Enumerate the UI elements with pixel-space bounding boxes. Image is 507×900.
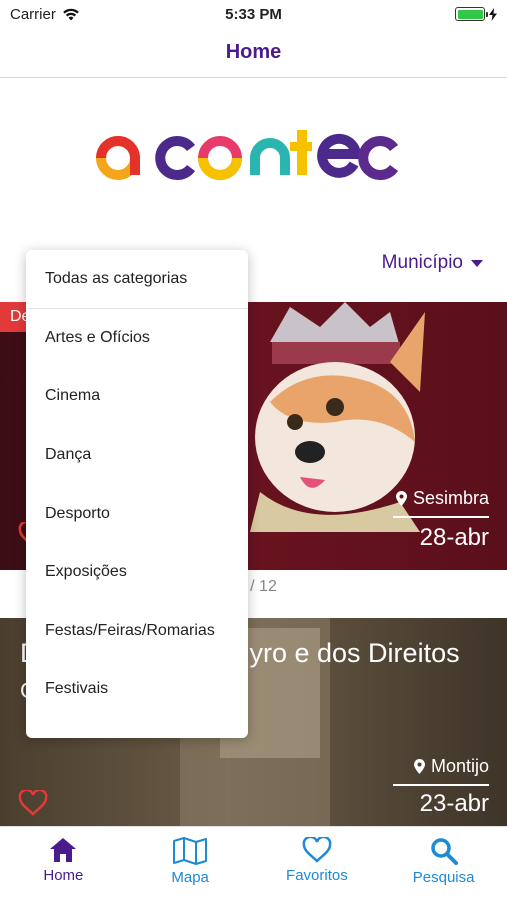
dropdown-item-festivais[interactable]: Festivais	[26, 660, 248, 719]
tab-mapa[interactable]: Mapa	[127, 827, 254, 900]
location-text: Sesimbra	[412, 488, 489, 508]
event-title-tail: yro e dos Direitos	[249, 638, 460, 668]
tab-pesquisa[interactable]: Pesquisa	[380, 827, 507, 900]
tab-bar: Home Mapa Favoritos Pesquisa	[0, 826, 507, 900]
municipio-dropdown[interactable]: Município	[382, 252, 483, 274]
battery-icon	[455, 7, 488, 21]
map-pin-icon	[413, 759, 425, 774]
heart-icon	[302, 837, 332, 863]
location-label: Sesimbra	[395, 488, 489, 509]
dropdown-item-exposicoes[interactable]: Exposições	[26, 543, 248, 602]
date-divider	[393, 784, 489, 786]
page-title: Home	[225, 41, 282, 63]
map-icon	[173, 837, 208, 865]
event-date: 28-abr	[419, 524, 489, 551]
municipio-label: Município	[381, 252, 463, 273]
home-icon	[50, 838, 77, 862]
caret-down-icon	[471, 259, 483, 267]
tab-mapa-label: Mapa	[171, 869, 209, 886]
event-date: 23-abr	[419, 790, 489, 817]
tab-home-label: Home	[43, 867, 84, 884]
navigation-bar: Home	[0, 28, 507, 78]
tab-favoritos-label: Favoritos	[286, 867, 348, 884]
date-divider	[393, 516, 489, 518]
tab-pesquisa-label: Pesquisa	[412, 869, 475, 886]
dropdown-item-artes[interactable]: Artes e Ofícios	[26, 309, 248, 368]
dropdown-item-cinema[interactable]: Cinema	[26, 367, 248, 426]
dropdown-item-danca[interactable]: Dança	[26, 426, 248, 485]
acontece-logo	[0, 118, 507, 188]
favorite-heart-icon[interactable]	[18, 790, 48, 816]
status-time: 5:33 PM	[225, 5, 282, 23]
dropdown-item-desporto[interactable]: Desporto	[26, 484, 248, 543]
status-bar: Carrier 5:33 PM	[0, 0, 507, 28]
logo-wordmark	[95, 130, 398, 180]
location-label: Montijo	[413, 756, 489, 777]
map-pin-icon	[395, 491, 407, 506]
category-dropdown: Todas as categorias Artes e Ofícios Cine…	[26, 250, 248, 738]
search-icon	[430, 838, 458, 865]
tab-home[interactable]: Home	[0, 827, 127, 900]
location-text: Montijo	[430, 756, 489, 776]
dropdown-item-festas[interactable]: Festas/Feiras/Romarias	[26, 602, 248, 661]
dropdown-item-todas[interactable]: Todas as categorias	[26, 250, 248, 309]
tab-favoritos[interactable]: Favoritos	[254, 827, 381, 900]
